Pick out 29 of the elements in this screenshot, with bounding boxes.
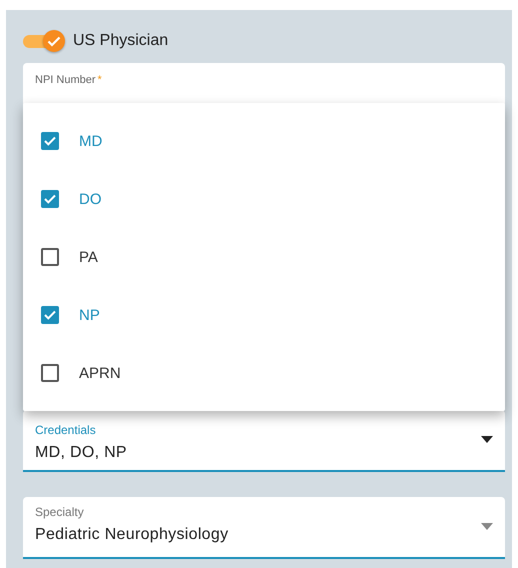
menu-option[interactable]: NP	[23, 286, 505, 344]
check-icon	[44, 136, 56, 146]
checkbox[interactable]	[41, 248, 59, 266]
check-icon	[44, 194, 56, 204]
field-label: NPI Number	[35, 74, 96, 86]
field-value: Pediatric Neurophysiology	[35, 526, 228, 544]
menu-option[interactable]: APRN	[23, 344, 505, 402]
select-field[interactable]: Credentials MD, DO, NP	[23, 410, 505, 472]
field-label: Credentials	[35, 422, 97, 438]
check-icon	[44, 310, 56, 320]
dropdown-arrow-icon	[481, 523, 493, 530]
dropdown-arrow-icon	[481, 436, 493, 443]
option-label: PA	[79, 248, 98, 266]
field-label: Specialty	[35, 504, 85, 520]
option-label: DO	[79, 190, 102, 208]
menu-option[interactable]: PA	[23, 228, 505, 286]
toggle-label: US Physician	[73, 32, 168, 50]
checkbox[interactable]	[41, 132, 59, 150]
option-label: MD	[79, 132, 102, 150]
checkbox[interactable]	[41, 306, 59, 324]
select-field[interactable]: Specialty Pediatric Neurophysiology	[23, 497, 505, 559]
option-label: NP	[79, 306, 100, 324]
checkbox[interactable]	[41, 190, 59, 208]
check-icon	[47, 36, 61, 46]
checkbox[interactable]	[41, 364, 59, 382]
option-label: APRN	[79, 364, 121, 382]
field-value: MD, DO, NP	[35, 444, 127, 462]
menu-option[interactable]: DO	[23, 170, 505, 228]
required-mark: *	[98, 74, 102, 86]
